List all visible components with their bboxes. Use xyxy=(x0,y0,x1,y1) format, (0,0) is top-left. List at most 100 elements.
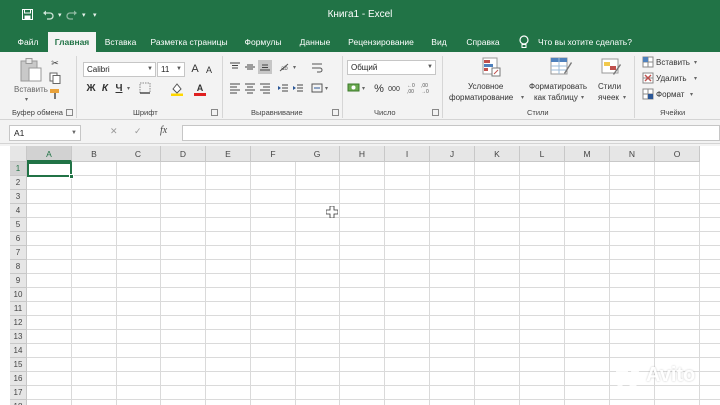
underline-button[interactable]: Ч xyxy=(112,82,126,96)
copy-icon[interactable] xyxy=(48,72,62,86)
alignment-launcher-icon[interactable] xyxy=(332,109,339,116)
orientation-icon[interactable]: ab xyxy=(278,61,292,75)
delete-cells-icon[interactable] xyxy=(641,72,655,86)
format-painter-icon[interactable] xyxy=(48,88,62,102)
name-box[interactable]: A1 ▼ xyxy=(9,125,81,141)
format-cells-button[interactable]: Формат xyxy=(656,90,684,99)
font-name-select[interactable]: Calibri ▼ xyxy=(83,62,156,77)
row-header[interactable]: 17 xyxy=(10,386,27,400)
align-left-icon[interactable] xyxy=(228,82,242,96)
enter-icon[interactable]: ✓ xyxy=(134,126,142,137)
column-header[interactable]: G xyxy=(295,146,340,162)
row-header[interactable]: 14 xyxy=(10,344,27,358)
column-header[interactable]: O xyxy=(655,146,700,162)
font-size-select[interactable]: 11 ▼ xyxy=(157,62,185,77)
grow-font-button[interactable]: A xyxy=(188,62,202,76)
row-header[interactable]: 5 xyxy=(10,218,27,232)
format-as-table-icon[interactable] xyxy=(549,56,573,78)
conditional-formatting-line2[interactable]: форматирование xyxy=(449,93,513,102)
row-header[interactable]: 7 xyxy=(10,246,27,260)
paste-icon[interactable] xyxy=(18,57,44,83)
cut-icon[interactable]: ✂ xyxy=(48,56,62,70)
insert-cells-button[interactable]: Вставить xyxy=(656,58,690,67)
increase-indent-icon[interactable] xyxy=(291,82,305,96)
row-header[interactable]: 11 xyxy=(10,302,27,316)
formula-input[interactable] xyxy=(182,125,720,141)
cell-styles-line2[interactable]: ячеек xyxy=(598,93,619,102)
merge-dropdown-icon[interactable]: ▾ xyxy=(325,85,328,92)
fill-color-icon[interactable] xyxy=(170,82,184,96)
cell-styles-line1[interactable]: Стили xyxy=(598,82,621,91)
select-all-button[interactable] xyxy=(10,146,27,162)
align-top-icon[interactable] xyxy=(228,61,242,75)
cancel-icon[interactable]: ✕ xyxy=(110,126,118,137)
align-middle-icon[interactable] xyxy=(243,61,257,75)
conditional-formatting-dropdown-icon[interactable]: ▾ xyxy=(521,94,524,101)
paste-dropdown-icon[interactable]: ▾ xyxy=(25,96,28,103)
tell-me-input[interactable]: Что вы хотите сделать? xyxy=(538,32,632,52)
font-launcher-icon[interactable] xyxy=(211,109,218,116)
insert-cells-dropdown-icon[interactable]: ▾ xyxy=(694,59,697,66)
row-header[interactable]: 1 xyxy=(10,162,27,176)
font-color-button[interactable]: А xyxy=(193,81,207,96)
column-header[interactable]: L xyxy=(520,146,565,162)
row-header[interactable]: 12 xyxy=(10,316,27,330)
column-header[interactable]: I xyxy=(385,146,430,162)
tab-review[interactable]: Рецензирование xyxy=(342,32,420,52)
column-header[interactable]: H xyxy=(340,146,385,162)
underline-dropdown-icon[interactable]: ▾ xyxy=(127,85,130,92)
align-center-icon[interactable] xyxy=(243,82,257,96)
align-right-icon[interactable] xyxy=(258,82,272,96)
delete-cells-button[interactable]: Удалить xyxy=(656,74,687,83)
clipboard-launcher-icon[interactable] xyxy=(66,109,73,116)
number-format-select[interactable]: Общий ▼ xyxy=(347,60,436,75)
format-as-table-line1[interactable]: Форматировать xyxy=(529,82,587,91)
merge-center-icon[interactable] xyxy=(310,82,324,96)
insert-cells-icon[interactable] xyxy=(641,56,655,70)
delete-cells-dropdown-icon[interactable]: ▾ xyxy=(694,75,697,82)
conditional-formatting-line1[interactable]: Условное xyxy=(468,82,503,91)
insert-function-icon[interactable]: fx xyxy=(160,125,167,136)
fill-handle[interactable] xyxy=(69,174,74,179)
orientation-dropdown-icon[interactable]: ▾ xyxy=(293,64,296,71)
borders-icon[interactable] xyxy=(138,82,152,96)
column-header[interactable]: N xyxy=(610,146,655,162)
row-header[interactable]: 4 xyxy=(10,204,27,218)
row-header[interactable]: 3 xyxy=(10,190,27,204)
active-cell[interactable] xyxy=(27,162,72,177)
tab-file[interactable]: Файл xyxy=(10,32,46,52)
percent-button[interactable]: % xyxy=(372,82,386,96)
column-header[interactable]: F xyxy=(251,146,296,162)
shrink-font-button[interactable]: A xyxy=(202,63,216,77)
row-header[interactable]: 10 xyxy=(10,288,27,302)
row-header[interactable]: 9 xyxy=(10,274,27,288)
column-header[interactable]: M xyxy=(565,146,610,162)
tab-home[interactable]: Главная xyxy=(48,32,96,52)
tab-data[interactable]: Данные xyxy=(294,32,336,52)
column-header[interactable]: E xyxy=(206,146,251,162)
worksheet-grid[interactable]: A B C D E F G H I J K L M N O 1 2 3 4 5 6 7 8 9 10 11 12 13 14 15 16 17… xyxy=(0,146,720,405)
conditional-formatting-icon[interactable] xyxy=(480,56,502,78)
tab-help[interactable]: Справка xyxy=(458,32,508,52)
format-cells-dropdown-icon[interactable]: ▾ xyxy=(690,91,693,98)
row-header[interactable]: 15 xyxy=(10,358,27,372)
row-header[interactable]: 13 xyxy=(10,330,27,344)
column-header[interactable]: J xyxy=(430,146,475,162)
column-header[interactable]: C xyxy=(116,146,161,162)
column-header[interactable]: D xyxy=(161,146,206,162)
column-header[interactable]: K xyxy=(475,146,520,162)
cell-styles-dropdown-icon[interactable]: ▾ xyxy=(623,94,626,101)
bold-button[interactable]: Ж xyxy=(84,82,98,96)
format-cells-icon[interactable] xyxy=(641,88,655,102)
cell-styles-icon[interactable] xyxy=(600,56,622,78)
thousands-button[interactable]: 000 xyxy=(386,83,402,97)
column-header[interactable]: B xyxy=(72,146,117,162)
number-launcher-icon[interactable] xyxy=(432,109,439,116)
increase-decimal-icon[interactable]: ←0,00 xyxy=(406,82,420,96)
tab-insert[interactable]: Вставка xyxy=(98,32,143,52)
currency-icon[interactable] xyxy=(347,82,361,96)
tab-formulas[interactable]: Формулы xyxy=(238,32,288,52)
row-header[interactable]: 18 xyxy=(10,400,27,405)
row-header[interactable]: 16 xyxy=(10,372,27,386)
row-header[interactable]: 2 xyxy=(10,176,27,190)
